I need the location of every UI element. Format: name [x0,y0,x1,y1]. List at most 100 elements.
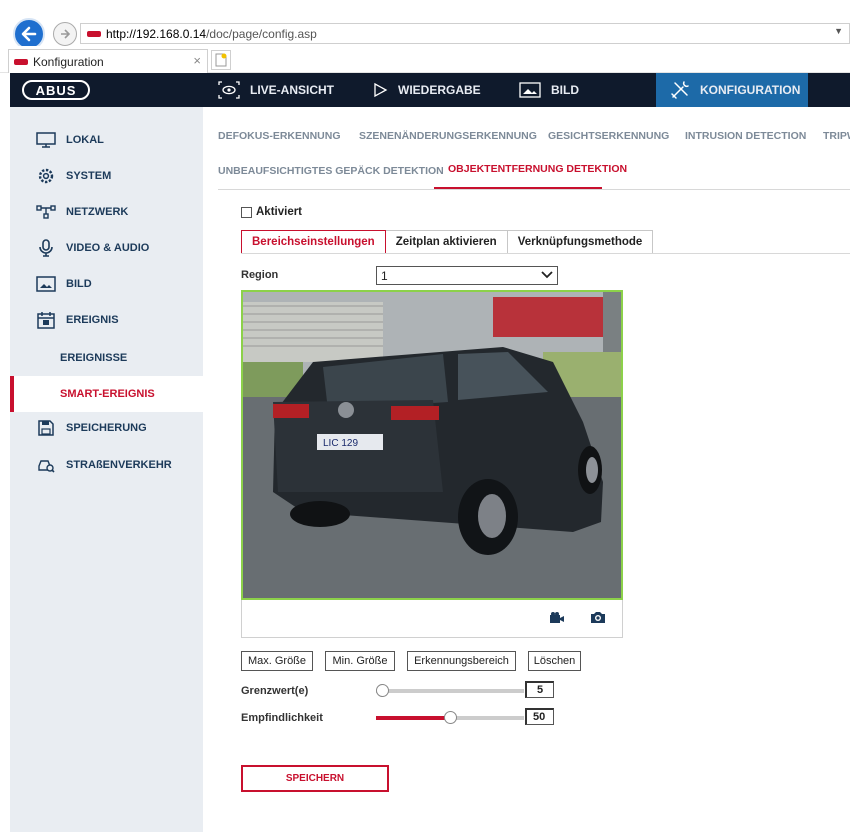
browser-tab-bar: Konfiguration × [0,46,850,73]
tab-intrusion[interactable]: INTRUSION DETECTION [685,130,806,142]
monitor-icon [36,132,56,148]
sensitivity-slider-handle[interactable] [444,711,457,724]
tab-unattended-baggage[interactable]: UNBEAUFSICHTIGTES GEPÄCK DETEKTION [218,165,444,177]
camera-icon[interactable] [590,610,606,627]
browser-address-bar: http://192.168.0.14/doc/page/config.asp … [0,0,850,50]
enabled-label: Aktiviert [256,206,303,218]
nav-playback-label: WIEDERGABE [398,83,481,97]
sensitivity-slider-fill [376,716,450,720]
nav-image-label: BILD [551,83,579,97]
step-tabs: Bereichseinstellungen Zeitplan aktiviere… [241,230,654,254]
divider [241,253,850,254]
sidebar-item-storage[interactable]: SPEICHERUNG [10,410,203,446]
sidebar-item-traffic[interactable]: STRAßENVERKEHR [10,447,203,483]
url-input[interactable]: http://192.168.0.14/doc/page/config.asp … [80,23,850,44]
tab-defocus[interactable]: DEFOKUS-ERKENNUNG [218,130,341,142]
license-plate-text: LIC 129 [323,438,358,449]
region-select[interactable]: 1 [376,266,558,285]
tab-object-removal[interactable]: OBJEKTENTFERNUNG DETEKTION [448,163,627,175]
tab-favicon-icon [14,58,28,65]
url-host: http://192.168.0.14 [106,26,207,41]
sidebar-item-system[interactable]: SYSTEM [10,158,203,194]
sidebar-item-image[interactable]: BILD [10,266,203,302]
sidebar-item-label: SPEICHERUNG [66,422,147,434]
region-label: Region [241,269,279,281]
save-button[interactable]: SPEICHERN [241,765,389,792]
eye-icon [218,81,240,99]
sidebar-item-label: NETZWERK [66,206,129,218]
divider [218,189,850,190]
nav-live-view-label: LIVE-ANSICHT [250,83,334,97]
camera-scene-image: LIC 129 [243,292,621,598]
arrow-right-icon [61,29,71,39]
threshold-value-field[interactable]: 5 [525,681,554,698]
enabled-checkbox[interactable]: Aktiviert [241,206,302,218]
threshold-label: Grenzwert(e) [241,685,309,697]
image-icon [519,82,541,98]
sidebar-item-event[interactable]: EREIGNIS [10,302,203,338]
threshold-slider-handle[interactable] [376,684,389,697]
sidebar-item-network[interactable]: NETZWERK [10,194,203,230]
sidebar-subitem-label: SMART-EREIGNIS [60,388,155,400]
top-navigation: ABUS LIVE-ANSICHT WIEDERGABE BILD KONFIG… [10,73,850,107]
new-tab-button[interactable] [211,50,231,70]
video-toolbar [241,600,623,638]
close-icon[interactable]: × [193,53,201,68]
sidebar-item-label: SYSTEM [66,170,112,182]
sidebar-item-label: LOKAL [66,134,104,146]
nav-configuration[interactable]: KONFIGURATION [656,73,808,107]
sidebar-subitem-events[interactable]: EREIGNISSE [10,340,203,376]
nav-live-view[interactable]: LIVE-ANSICHT [218,73,334,107]
sidebar-item-label: EREIGNIS [66,314,119,326]
sidebar-item-label: STRAßENVERKEHR [66,459,172,471]
sensitivity-label: Empfindlichkeit [241,712,323,724]
video-preview[interactable]: LIC 129 [241,290,623,600]
play-icon [372,82,388,98]
microphone-icon [36,239,56,257]
nav-playback[interactable]: WIEDERGABE [372,73,481,107]
delete-button[interactable]: Löschen [528,651,581,671]
sidebar-item-label: BILD [66,278,92,290]
sidebar-item-video-audio[interactable]: VIDEO & AUDIO [10,230,203,266]
step-linkage[interactable]: Verknüpfungsmethode [507,230,654,254]
step-area-settings[interactable]: Bereichseinstellungen [241,230,386,254]
tab-tripwire[interactable]: TRIPW [823,130,850,142]
tab-title: Konfiguration [33,54,104,69]
arrow-left-icon [21,26,37,42]
network-icon [36,204,56,220]
car-search-icon [36,457,56,473]
sidebar-item-local[interactable]: LOKAL [10,122,203,158]
forward-button[interactable] [53,22,77,46]
region-value: 1 [381,268,388,283]
sidebar-item-label: VIDEO & AUDIO [66,242,150,254]
abus-logo: ABUS [22,80,90,100]
video-record-icon[interactable] [549,611,565,628]
calendar-icon [36,311,56,329]
detection-area-button[interactable]: Erkennungsbereich [407,651,516,671]
min-size-button[interactable]: Min. Größe [325,651,395,671]
nav-configuration-label: KONFIGURATION [700,83,801,97]
checkbox-box[interactable] [241,206,252,218]
sidebar: LOKAL SYSTEM NETZWERK VIDEO & AUDIO BILD… [10,107,203,832]
main-content: DEFOKUS-ERKENNUNG SZENENÄNDERUNGSERKENNU… [203,107,850,832]
sidebar-subitem-label: EREIGNISSE [60,352,128,364]
floppy-icon [36,420,56,436]
sensitivity-slider[interactable] [376,711,524,724]
max-size-button[interactable]: Max. Größe [241,651,313,671]
sidebar-subitem-smart-event[interactable]: SMART-EREIGNIS [10,376,203,412]
tools-icon [670,80,690,100]
url-path: /doc/page/config.asp [206,26,317,41]
chevron-down-icon [541,269,553,284]
sensitivity-value-field[interactable]: 50 [525,708,554,725]
nav-image[interactable]: BILD [519,73,579,107]
site-favicon-icon [87,30,101,37]
threshold-slider[interactable] [376,684,524,697]
step-schedule[interactable]: Zeitplan aktivieren [385,230,508,254]
image-icon [36,276,56,292]
gear-icon [36,167,56,185]
dropdown-arrow-icon[interactable]: ▼ [834,26,843,36]
tab-scene-change[interactable]: SZENENÄNDERUNGSERKENNUNG [359,130,537,142]
browser-tab[interactable]: Konfiguration × [8,49,208,73]
tab-face-detection[interactable]: GESICHTSERKENNUNG [548,130,669,142]
new-tab-icon [215,53,227,67]
